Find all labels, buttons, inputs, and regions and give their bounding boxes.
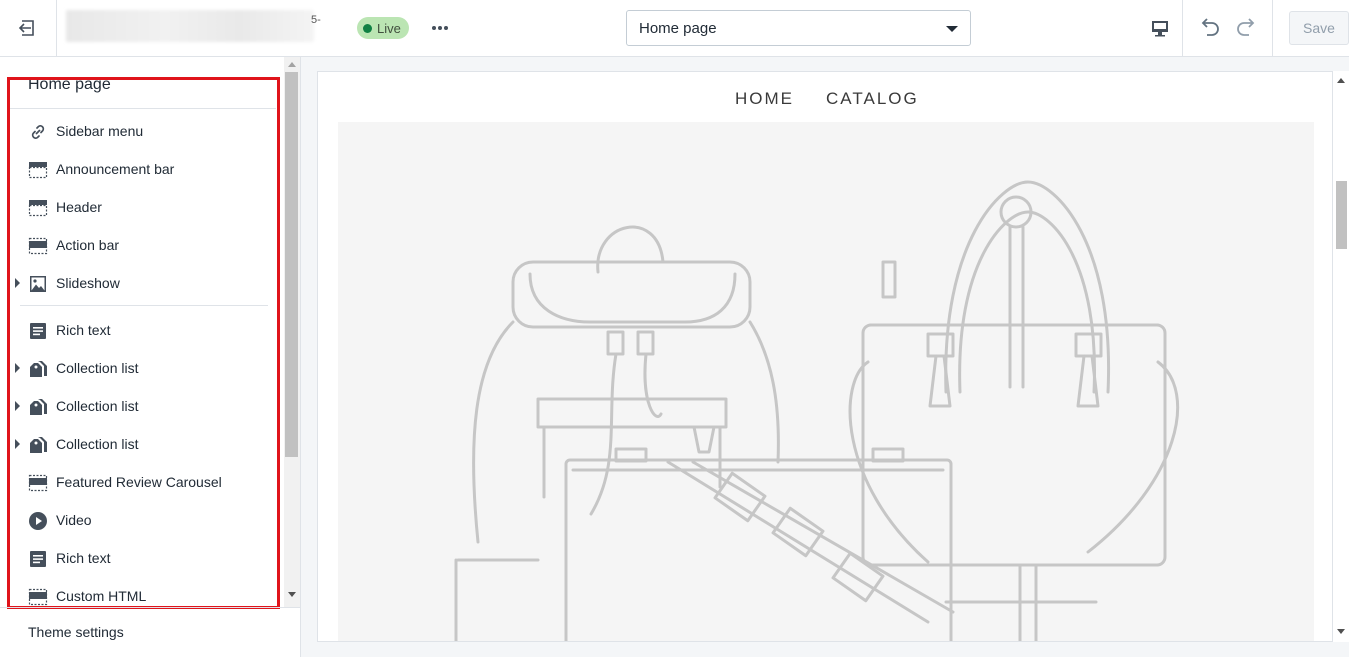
section-dashed-icon: [28, 236, 48, 256]
preview-scrollbar[interactable]: [1333, 71, 1349, 642]
section-item-video[interactable]: Video: [10, 501, 276, 539]
section-header-icon: [28, 160, 48, 180]
section-item-label: Sidebar menu: [56, 123, 144, 139]
sections-list-scroll[interactable]: Home page Sidebar menu Announcement bar …: [0, 57, 284, 607]
page-select-value: Home page: [639, 19, 717, 37]
expand-arrow-icon[interactable]: [15, 278, 20, 288]
tags-icon: [28, 397, 48, 417]
link-icon: [28, 122, 48, 142]
theme-settings-button[interactable]: Theme settings: [0, 607, 300, 657]
theme-settings-label: Theme settings: [28, 624, 124, 640]
sidebar-title: Home page: [28, 76, 111, 93]
section-item-label: Collection list: [56, 398, 139, 414]
section-item-collection-list[interactable]: Collection list: [10, 349, 276, 387]
section-header-icon: [28, 198, 48, 218]
play-icon: [28, 511, 48, 531]
section-item-rich-text[interactable]: Rich text: [10, 311, 276, 349]
sidebar-scrollbar-thumb[interactable]: [285, 72, 298, 457]
preview-area: HOME CATALOG: [301, 57, 1349, 657]
store-name-blurred: [66, 10, 314, 42]
scroll-up-arrow-icon[interactable]: [1337, 78, 1345, 83]
section-item-sidebar-menu[interactable]: Sidebar menu: [10, 112, 276, 150]
text-block-icon: [28, 549, 48, 569]
toolbar-divider: [1272, 0, 1273, 56]
undo-icon: [1201, 18, 1219, 36]
section-item-label: Rich text: [56, 550, 111, 566]
tags-icon: [28, 359, 48, 379]
divider: [10, 108, 276, 109]
section-item-label: Collection list: [56, 436, 139, 452]
sections-sidebar: Home page Sidebar menu Announcement bar …: [0, 57, 301, 657]
section-item-label: Featured Review Carousel: [56, 474, 222, 490]
page-select[interactable]: Home page: [626, 10, 971, 46]
section-item-label: Collection list: [56, 360, 139, 376]
slideshow-placeholder-image: [338, 122, 1314, 641]
save-button[interactable]: Save: [1289, 11, 1349, 45]
section-item-label: Action bar: [56, 237, 120, 253]
section-item-featured-review-carousel[interactable]: Featured Review Carousel: [10, 463, 276, 501]
section-item-label: Announcement bar: [56, 161, 175, 177]
scroll-down-arrow-icon[interactable]: [1337, 629, 1345, 634]
section-item-header[interactable]: Header: [10, 188, 276, 226]
redo-icon: [1237, 18, 1255, 36]
more-actions-button[interactable]: [425, 14, 455, 42]
image-icon: [28, 274, 48, 294]
text-block-icon: [28, 321, 48, 341]
section-item-label: Header: [56, 199, 102, 215]
redo-button[interactable]: [1230, 14, 1262, 42]
section-item-label: Custom HTML: [56, 588, 147, 604]
section-item-label: Rich text: [56, 322, 111, 338]
section-item-label: Slideshow: [56, 275, 120, 291]
status-badge-label: Live: [377, 20, 401, 36]
expand-arrow-icon[interactable]: [15, 363, 20, 373]
section-item-custom-html[interactable]: Custom HTML: [10, 577, 276, 607]
caret-down-icon: [946, 26, 958, 32]
section-dashed-icon: [28, 587, 48, 607]
exit-editor-button[interactable]: [0, 0, 57, 56]
ellipsis-icon: [432, 26, 448, 30]
tags-icon: [28, 435, 48, 455]
exit-icon: [18, 20, 34, 36]
scroll-up-arrow-icon[interactable]: [288, 62, 296, 67]
live-dot-icon: [363, 23, 372, 33]
section-item-label: Video: [56, 512, 92, 528]
store-preview-frame[interactable]: HOME CATALOG: [317, 71, 1333, 642]
device-preview-button[interactable]: [1137, 0, 1183, 56]
section-item-slideshow[interactable]: Slideshow: [10, 264, 276, 302]
undo-button[interactable]: [1194, 14, 1226, 42]
status-badge: Live: [357, 17, 409, 39]
expand-arrow-icon[interactable]: [15, 439, 20, 449]
divider: [20, 305, 268, 306]
bags-illustration: [454, 180, 1179, 641]
section-item-rich-text[interactable]: Rich text: [10, 539, 276, 577]
section-item-collection-list[interactable]: Collection list: [10, 425, 276, 463]
store-name-suffix: 5-: [311, 14, 321, 26]
expand-arrow-icon[interactable]: [15, 401, 20, 411]
section-item-action-bar[interactable]: Action bar: [10, 226, 276, 264]
preview-scrollbar-thumb[interactable]: [1336, 181, 1347, 249]
scroll-down-arrow-icon[interactable]: [288, 592, 296, 597]
desktop-icon: [1151, 21, 1168, 37]
section-item-collection-list[interactable]: Collection list: [10, 387, 276, 425]
section-dashed-icon: [28, 473, 48, 493]
nav-link-catalog[interactable]: CATALOG: [826, 89, 919, 109]
editor-topbar: 5- Live Home page Save: [0, 0, 1349, 57]
section-item-announcement-bar[interactable]: Announcement bar: [10, 150, 276, 188]
nav-link-home[interactable]: HOME: [735, 89, 794, 109]
